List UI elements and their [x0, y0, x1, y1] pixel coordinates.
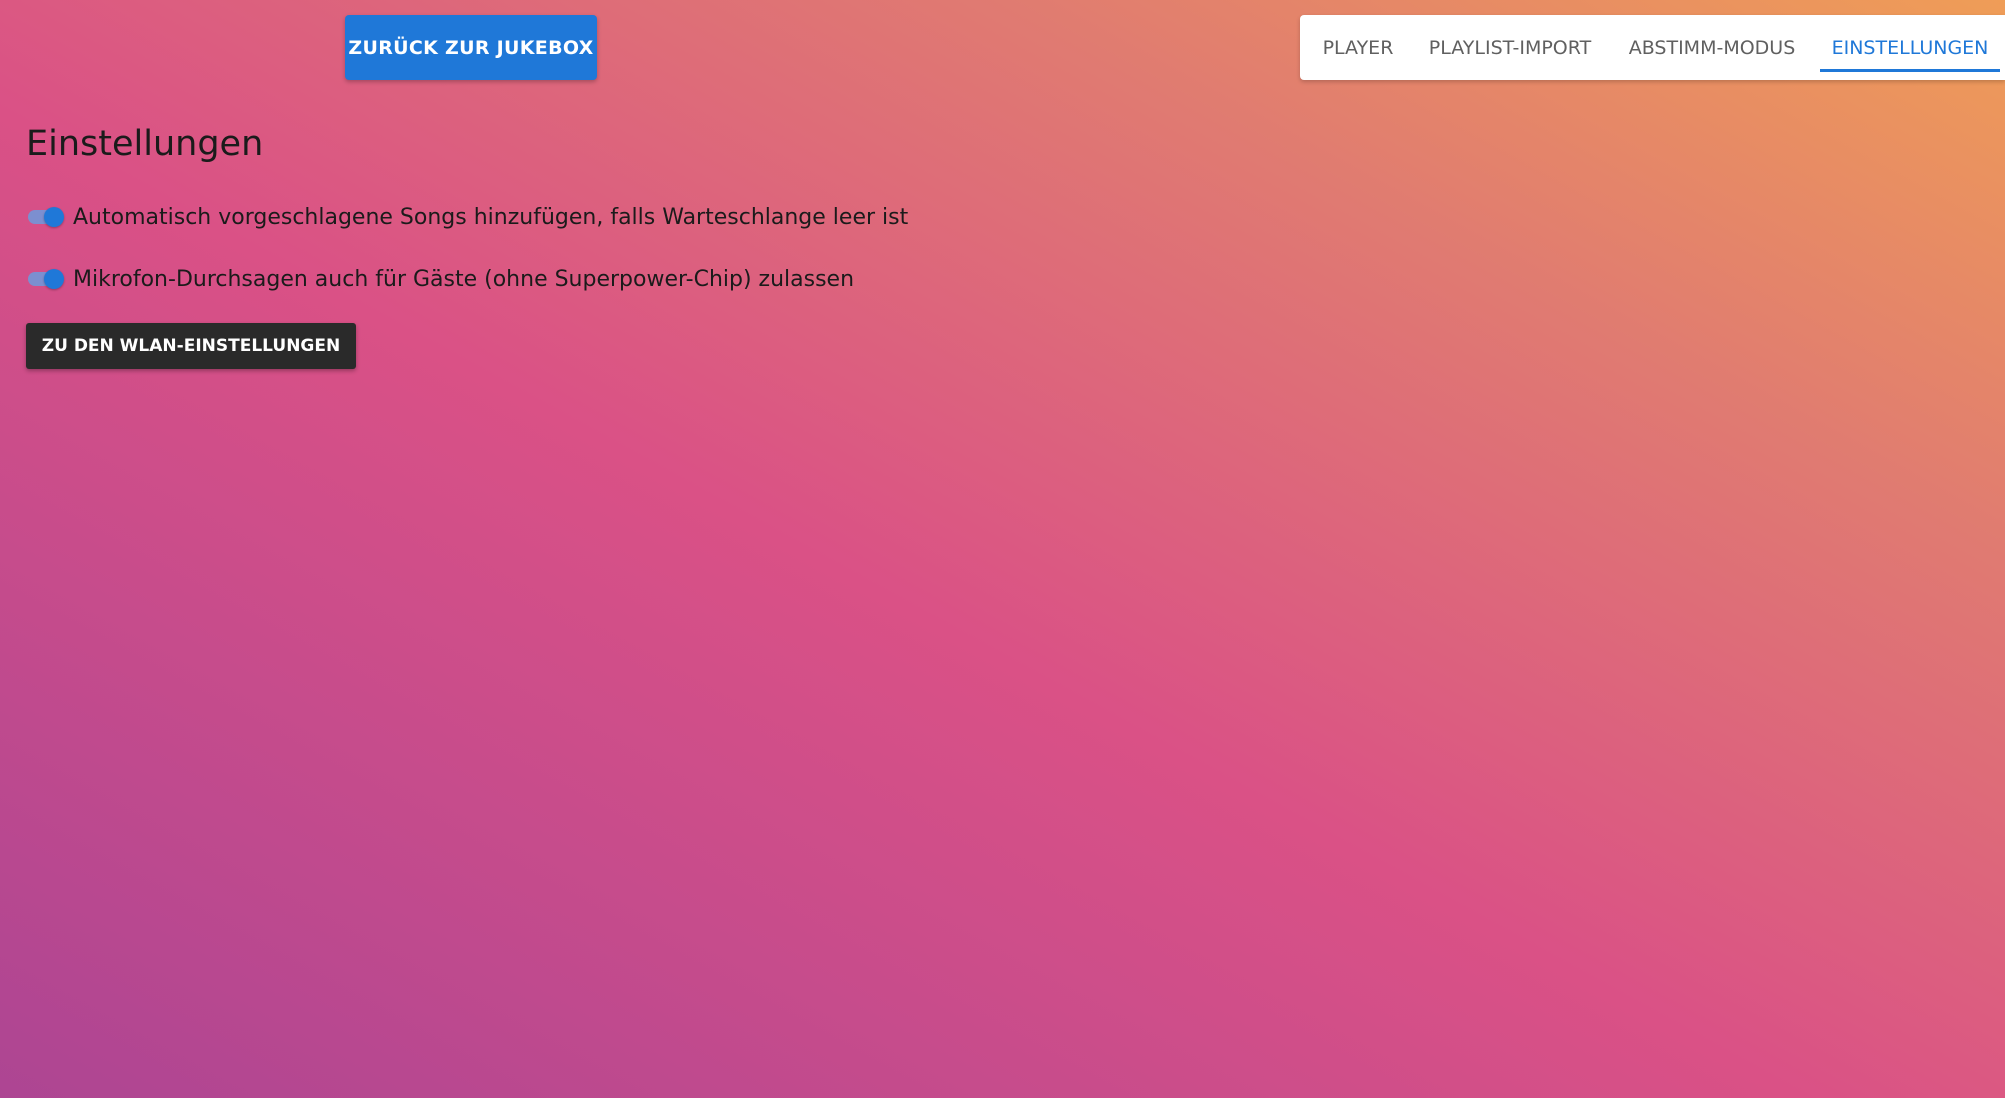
back-to-jukebox-button[interactable]: ZURÜCK ZUR JUKEBOX: [345, 15, 597, 80]
setting-guest-announcements: Mikrofon-Durchsagen auch für Gäste (ohne…: [26, 261, 854, 297]
setting-label: Automatisch vorgeschlagene Songs hinzufü…: [73, 204, 909, 230]
active-tab-indicator: [1820, 69, 2000, 72]
toggle-thumb: [44, 207, 64, 227]
page-title: Einstellungen: [26, 124, 264, 164]
tab-playlist-import[interactable]: PLAYLIST-IMPORT: [1420, 15, 1600, 80]
setting-auto-suggest: Automatisch vorgeschlagene Songs hinzufü…: [26, 199, 908, 235]
tab-abstimm-modus[interactable]: ABSTIMM-MODUS: [1612, 15, 1812, 80]
toggle-thumb: [44, 269, 64, 289]
tab-bar: PLAYER PLAYLIST-IMPORT ABSTIMM-MODUS EIN…: [1300, 15, 2005, 80]
setting-label: Mikrofon-Durchsagen auch für Gäste (ohne…: [73, 266, 855, 292]
tab-player[interactable]: PLAYER: [1308, 15, 1408, 80]
guest-announcements-toggle[interactable]: [26, 261, 66, 297]
wlan-settings-button[interactable]: ZU DEN WLAN-EINSTELLUNGEN: [26, 323, 356, 369]
auto-suggest-toggle[interactable]: [26, 199, 66, 235]
